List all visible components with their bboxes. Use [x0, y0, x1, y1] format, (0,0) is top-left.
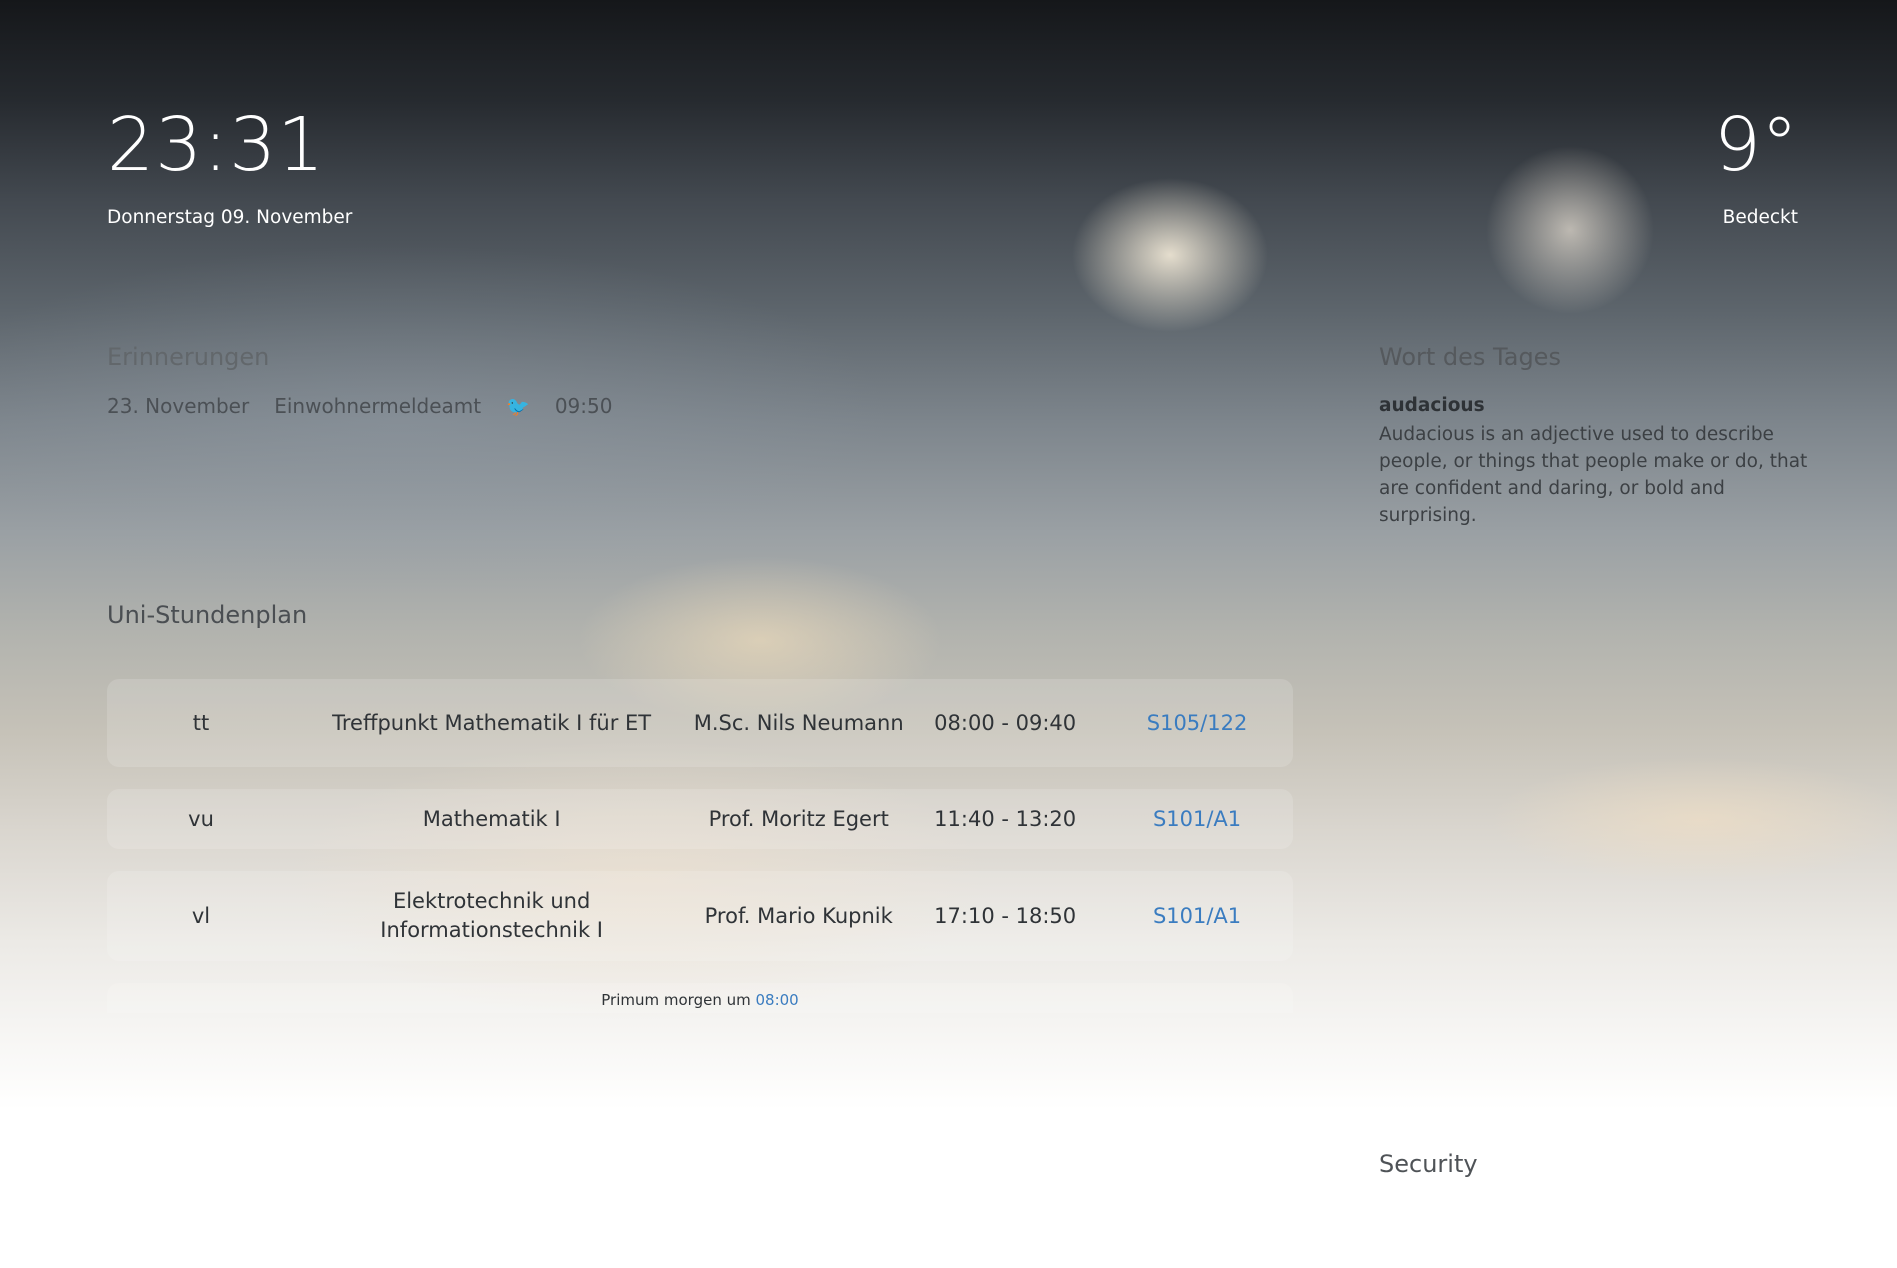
table-row: tt Treffpunkt Mathematik I für ET M.Sc. …: [107, 679, 1293, 767]
reminder-item: 23. November Einwohnermeldeamt 🐦 09:50: [107, 394, 637, 418]
course-time: 17:10 - 18:50: [934, 903, 1077, 928]
course-type: tt: [192, 710, 210, 735]
word-of-day-term: audacious: [1379, 395, 1485, 416]
course-room-link[interactable]: S105/122: [1101, 709, 1293, 738]
word-of-day-definition: Audacious is an adjective used to descri…: [1379, 424, 1808, 526]
reminder-label: Einwohnermeldeamt: [274, 394, 482, 418]
next-day-time: 08:00: [755, 991, 799, 1009]
course-name: Mathematik I: [422, 806, 561, 831]
course-name: Elektrotechnik und Informationstechnik I: [380, 889, 603, 942]
course-teacher: Prof. Mario Kupnik: [704, 903, 893, 928]
clock-date: Donnerstag 09. November: [107, 207, 353, 228]
course-room-link[interactable]: S101/A1: [1101, 902, 1293, 931]
schedule-table: tt Treffpunkt Mathematik I für ET M.Sc. …: [107, 679, 1293, 1035]
reminder-time: 09:50: [554, 394, 613, 418]
bird-icon: 🐦: [506, 395, 530, 418]
course-type: vu: [188, 806, 214, 831]
clock-time: 23:31: [107, 102, 326, 188]
schedule-title: Uni-Stundenplan: [107, 601, 308, 629]
course-teacher: M.Sc. Nils Neumann: [693, 710, 904, 735]
next-day-notice: Primum morgen um 08:00: [107, 991, 1293, 1009]
word-of-day-title: Wort des Tages: [1379, 343, 1561, 371]
table-row: vu Mathematik I Prof. Moritz Egert 11:40…: [107, 789, 1293, 849]
course-room-link[interactable]: S101/A1: [1101, 805, 1293, 834]
course-teacher: Prof. Moritz Egert: [708, 806, 889, 831]
reminder-date: 23. November: [107, 394, 250, 418]
weather-condition: Bedeckt: [1722, 207, 1798, 228]
next-day-text: Primum morgen um: [601, 991, 751, 1009]
course-time: 11:40 - 13:20: [934, 806, 1077, 831]
table-row: vl Elektrotechnik und Informationstechni…: [107, 871, 1293, 961]
course-type: vl: [191, 903, 211, 928]
weather-temperature: 9°: [1713, 102, 1798, 188]
course-name: Treffpunkt Mathematik I für ET: [332, 710, 652, 735]
security-title: Security: [1379, 1150, 1478, 1178]
course-time: 08:00 - 09:40: [934, 710, 1077, 735]
reminders-title: Erinnerungen: [107, 343, 270, 371]
